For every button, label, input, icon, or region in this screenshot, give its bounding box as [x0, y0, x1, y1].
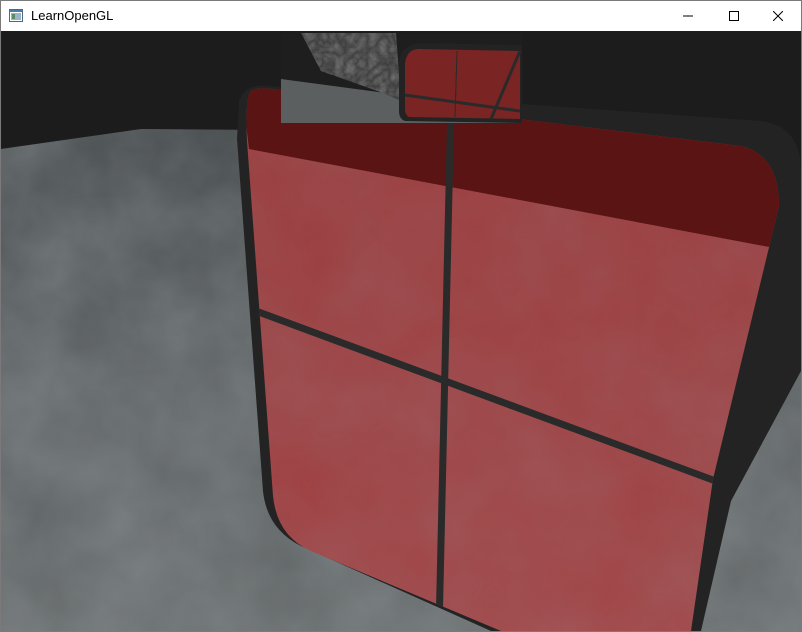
minimize-button[interactable]	[665, 1, 711, 31]
opengl-scene	[1, 31, 801, 631]
close-icon	[773, 11, 783, 21]
app-icon	[9, 9, 23, 22]
app-window: LearnOpenGL	[0, 0, 802, 632]
render-viewport[interactable]	[1, 31, 801, 631]
rear-view-mirror	[281, 33, 522, 123]
window-title: LearnOpenGL	[31, 8, 114, 23]
title-bar[interactable]: LearnOpenGL	[1, 1, 801, 31]
close-button[interactable]	[755, 1, 801, 31]
maximize-icon	[729, 11, 739, 21]
maximize-button[interactable]	[711, 1, 757, 31]
minimize-icon	[683, 15, 693, 17]
